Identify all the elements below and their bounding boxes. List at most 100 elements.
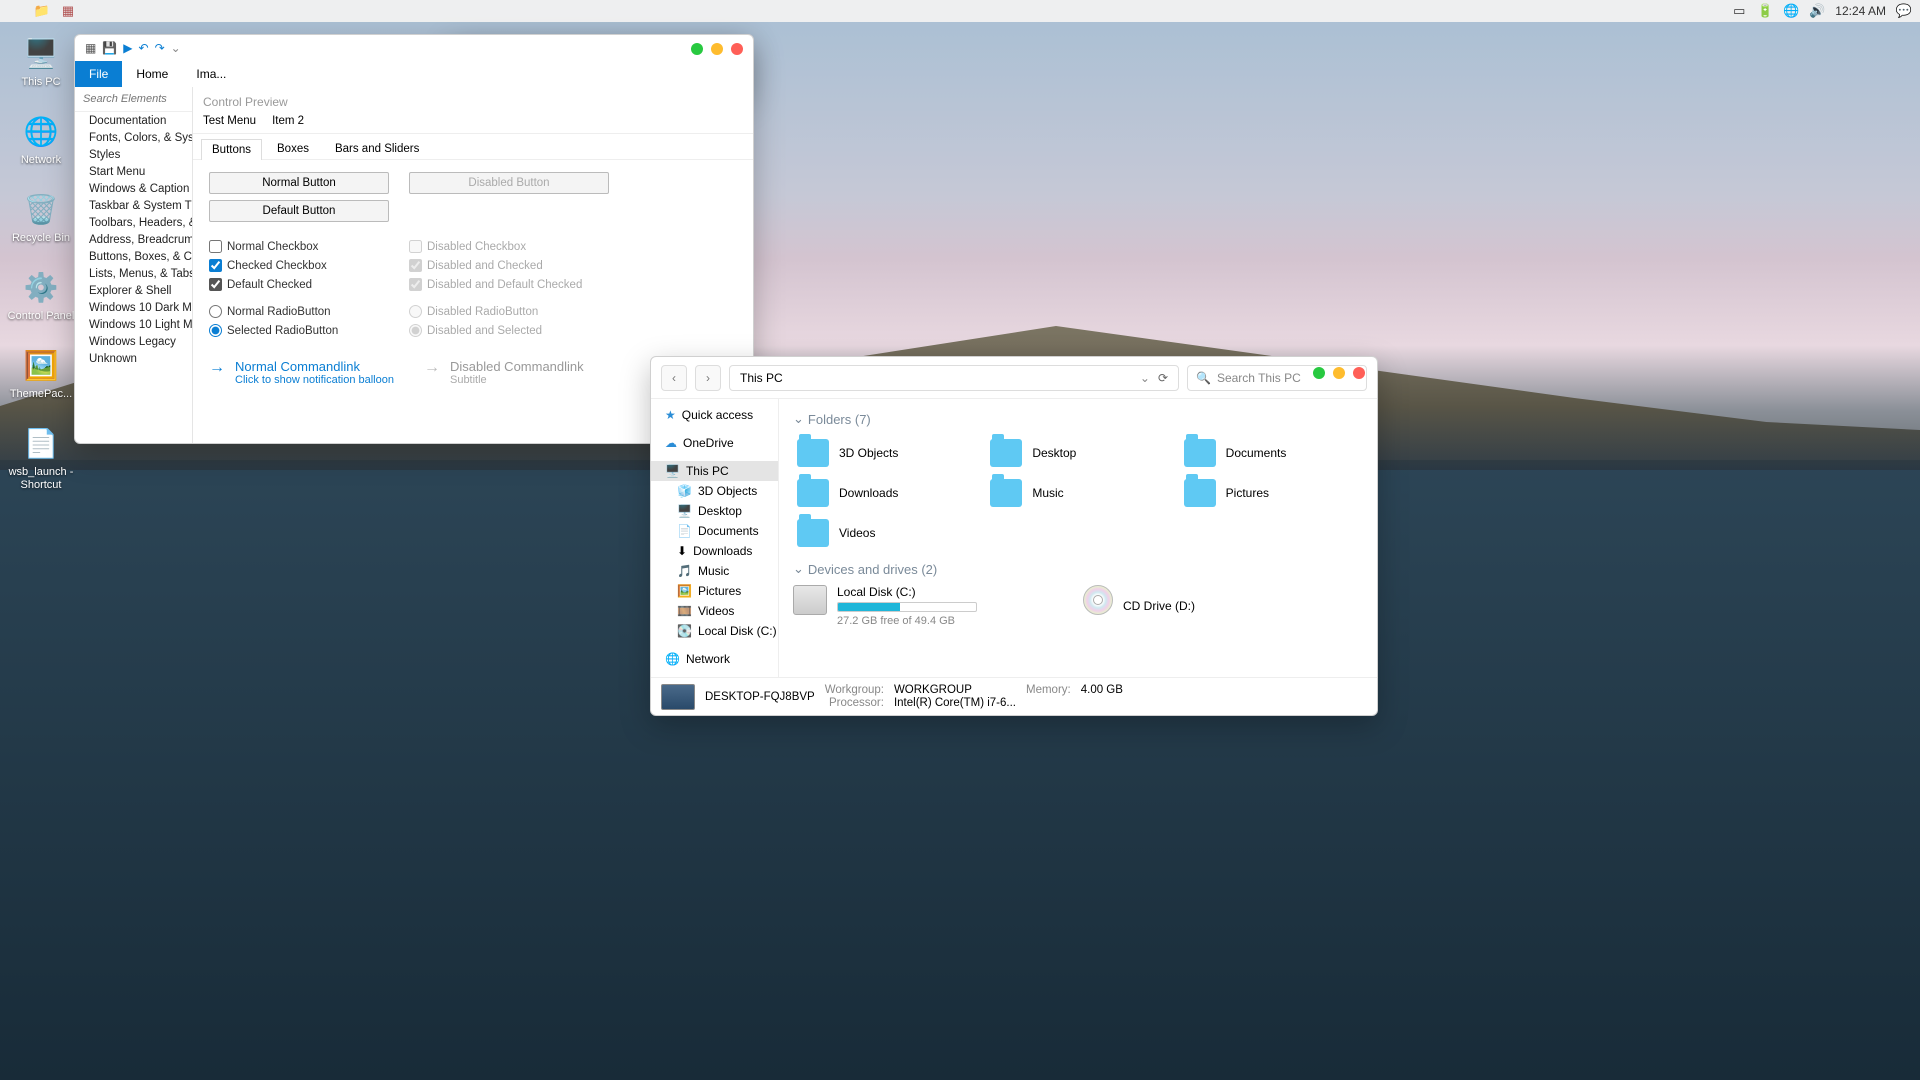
value-processor: Intel(R) Core(TM) i7-6... (894, 697, 1016, 709)
nav-sub-item[interactable]: 🧊3D Objects (651, 481, 778, 501)
item-icon: ⬇ (677, 544, 687, 558)
menu-item[interactable]: Item 2 (272, 115, 304, 127)
nav-sub-item[interactable]: ⬇Downloads (651, 541, 778, 561)
folder-item[interactable]: Desktop (986, 435, 1169, 471)
tree-item[interactable]: Start Menu (75, 163, 192, 180)
save-icon[interactable]: 💾 (102, 41, 117, 55)
network-status-icon[interactable]: 🌐 (1783, 3, 1799, 19)
nav-onedrive[interactable]: ☁OneDrive (651, 433, 778, 453)
tab-buttons[interactable]: Buttons (201, 139, 262, 160)
folder-item[interactable]: 3D Objects (793, 435, 976, 471)
nav-quick-access[interactable]: ★Quick access (651, 405, 778, 425)
folder-item[interactable]: Music (986, 475, 1169, 511)
selected-radio[interactable]: Selected RadioButton (209, 324, 389, 337)
tree-item[interactable]: Address, Breadcrumb, & (75, 231, 192, 248)
section-folders[interactable]: ⌄Folders (7) (793, 411, 1363, 427)
tree-item[interactable]: Toolbars, Headers, & Re (75, 214, 192, 231)
folder-icon (990, 439, 1022, 467)
close-button[interactable] (731, 43, 743, 55)
label-memory: Memory: (1026, 684, 1071, 696)
desktop-icon-control-panel[interactable]: ⚙️ Control Panel (6, 266, 76, 322)
qat-dropdown-icon[interactable]: ⌄ (171, 41, 181, 55)
chevron-down-icon[interactable]: ⌄ (1140, 371, 1150, 385)
apple-menu-icon[interactable] (8, 3, 24, 19)
folder-item[interactable]: Videos (793, 515, 976, 551)
desktop-icon-shortcut[interactable]: 📄 wsb_launch - Shortcut (6, 422, 76, 490)
maximize-button[interactable] (1333, 367, 1345, 379)
nav-network[interactable]: 🌐Network (651, 649, 778, 669)
close-button[interactable] (1353, 367, 1365, 379)
folder-item[interactable]: Downloads (793, 475, 976, 511)
drive-local-disk[interactable]: Local Disk (C:) 27.2 GB free of 49.4 GB (793, 585, 1073, 627)
section-drives[interactable]: ⌄Devices and drives (2) (793, 561, 1363, 577)
default-checked-checkbox[interactable]: Default Checked (209, 278, 389, 291)
redo-icon[interactable]: ↷ (155, 41, 165, 55)
menu-item[interactable]: Test Menu (203, 115, 256, 127)
ribbon-tab-file[interactable]: File (75, 61, 122, 87)
battery-icon[interactable]: 🔋 (1757, 3, 1773, 19)
tree-item[interactable]: Taskbar & System Tray (75, 197, 192, 214)
file-explorer-window[interactable]: ‹ › This PC ⌄ ⟳ 🔍 Search This PC ★Quick … (650, 356, 1378, 716)
refresh-icon[interactable]: ⟳ (1158, 371, 1168, 385)
normal-commandlink[interactable]: → Normal Commandlink Click to show notif… (209, 359, 394, 386)
forward-button[interactable]: › (695, 365, 721, 391)
tree-item[interactable]: Styles (75, 146, 192, 163)
tree-item[interactable]: Buttons, Boxes, & Contr (75, 248, 192, 265)
app-icon[interactable]: ▦ (60, 3, 76, 19)
address-bar[interactable]: This PC ⌄ ⟳ (729, 365, 1179, 391)
drive-cd[interactable]: CD Drive (D:) (1083, 585, 1363, 627)
item-icon: 🎞️ (677, 604, 692, 618)
nav-this-pc[interactable]: 🖥️This PC (651, 461, 778, 481)
nav-sub-item[interactable]: 🎵Music (651, 561, 778, 581)
default-button[interactable]: Default Button (209, 200, 389, 222)
desktop-icon-network[interactable]: 🌐 Network (6, 110, 76, 166)
item-icon: 💽 (677, 624, 692, 638)
search-elements-input[interactable] (75, 87, 192, 112)
normal-checkbox[interactable]: Normal Checkbox (209, 240, 389, 253)
checked-checkbox[interactable]: Checked Checkbox (209, 259, 389, 272)
normal-button[interactable]: Normal Button (209, 172, 389, 194)
nav-sub-item[interactable]: 🖥️Desktop (651, 501, 778, 521)
normal-radio[interactable]: Normal RadioButton (209, 305, 389, 318)
undo-icon[interactable]: ↶ (139, 41, 149, 55)
desktop-icon-themepack[interactable]: 🖼️ ThemePac... (6, 344, 76, 400)
ribbon-tab-home[interactable]: Home (122, 61, 182, 87)
tree-item[interactable]: Windows 10 Dark Mode (75, 299, 192, 316)
tree-item[interactable]: Fonts, Colors, & System (75, 129, 192, 146)
chevron-down-icon: ⌄ (793, 561, 804, 577)
label-workgroup: Workgroup: (825, 684, 884, 696)
tab-bars-sliders[interactable]: Bars and Sliders (324, 138, 430, 159)
tab-boxes[interactable]: Boxes (266, 138, 320, 159)
nav-sub-item[interactable]: 🎞️Videos (651, 601, 778, 621)
explorer-icon[interactable]: 📁 (34, 3, 50, 19)
hdd-icon (793, 585, 827, 615)
desktop-icon-this-pc[interactable]: 🖥️ This PC (6, 32, 76, 88)
clock[interactable]: 12:24 AM (1835, 4, 1886, 18)
tray-icon[interactable]: ▭ (1731, 3, 1747, 19)
tree-item[interactable]: Windows & Caption But (75, 180, 192, 197)
disabled-checkbox: Disabled Checkbox (409, 240, 609, 253)
maximize-button[interactable] (711, 43, 723, 55)
tree-item[interactable]: Lists, Menus, & Tabs (75, 265, 192, 282)
notifications-icon[interactable]: 💬 (1896, 3, 1912, 19)
play-icon[interactable]: ▶ (123, 41, 132, 55)
back-button[interactable]: ‹ (661, 365, 687, 391)
desktop-icon-recycle-bin[interactable]: 🗑️ Recycle Bin (6, 188, 76, 244)
tree-item[interactable]: Explorer & Shell (75, 282, 192, 299)
item-icon: 🖼️ (677, 584, 692, 598)
tree-item[interactable]: Windows 10 Light Mode (75, 316, 192, 333)
ribbon-tab-image[interactable]: Ima... (182, 61, 240, 87)
nav-sub-item[interactable]: 🖼️Pictures (651, 581, 778, 601)
minimize-button[interactable] (1313, 367, 1325, 379)
nav-sub-item[interactable]: 💽Local Disk (C:) (651, 621, 778, 641)
cloud-icon: ☁ (665, 436, 677, 450)
tree-item[interactable]: Documentation (75, 112, 192, 129)
folder-item[interactable]: Pictures (1180, 475, 1363, 511)
volume-icon[interactable]: 🔊 (1809, 3, 1825, 19)
folder-item[interactable]: Documents (1180, 435, 1363, 471)
app-icon: ▦ (85, 41, 96, 55)
minimize-button[interactable] (691, 43, 703, 55)
tree-item[interactable]: Unknown (75, 350, 192, 367)
tree-item[interactable]: Windows Legacy (75, 333, 192, 350)
nav-sub-item[interactable]: 📄Documents (651, 521, 778, 541)
